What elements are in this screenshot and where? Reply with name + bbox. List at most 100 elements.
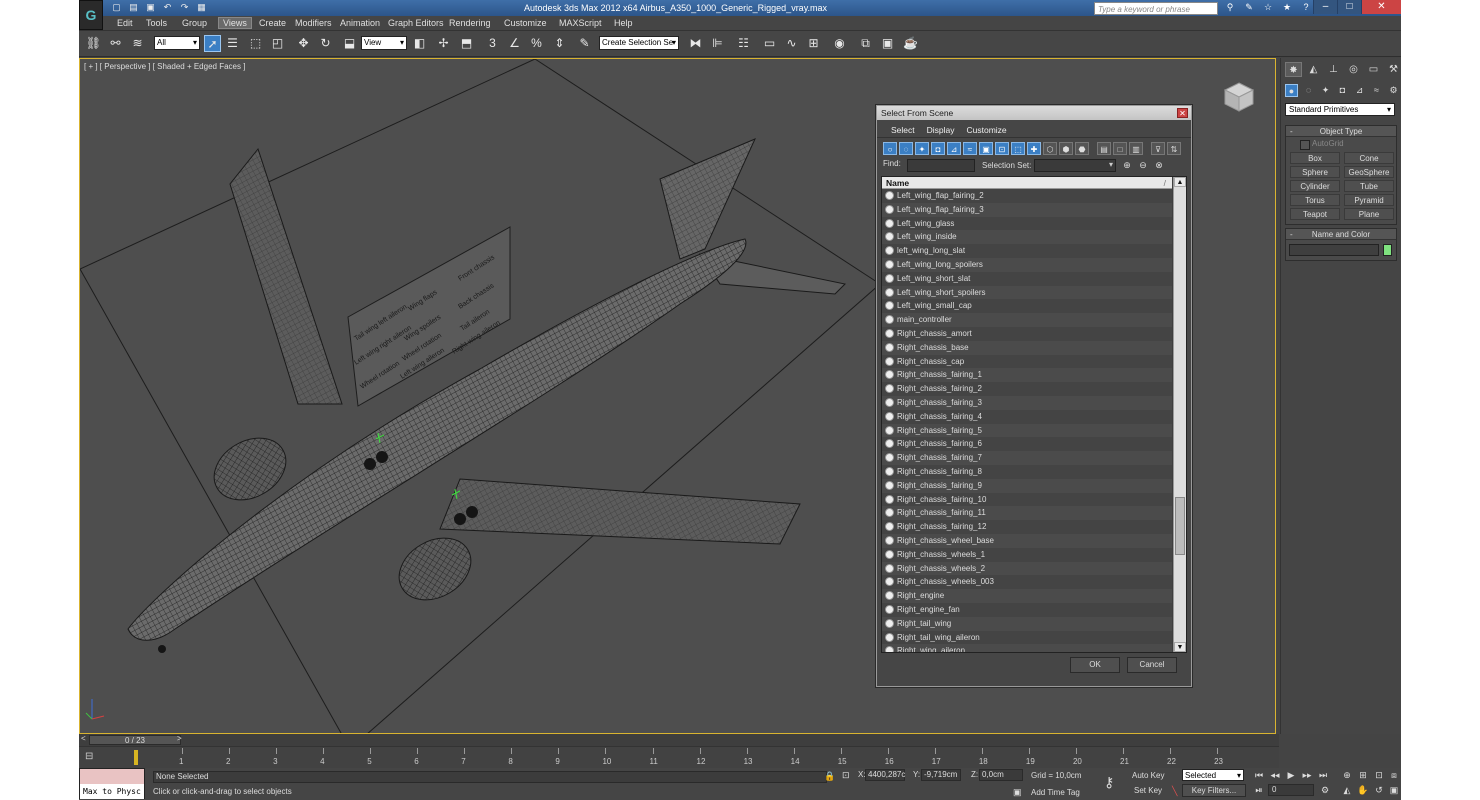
selection-filter-dropdown[interactable]: All [154, 36, 200, 50]
list-item[interactable]: Right_chassis_wheels_1 [882, 547, 1172, 562]
autogrid-checkbox[interactable]: AutoGrid [1286, 137, 1396, 150]
display-helpers-icon[interactable]: ⊿ [947, 142, 961, 155]
help-icon[interactable]: ? [1301, 2, 1311, 13]
go-to-start-icon[interactable]: ⏮ [1253, 769, 1265, 781]
menu-group[interactable]: Group [182, 18, 207, 28]
save-file-icon[interactable]: ▣ [145, 2, 156, 13]
sync-selection-icon[interactable]: ⬣ [1075, 142, 1089, 155]
list-item[interactable]: Right_tail_wing [882, 616, 1172, 631]
scroll-down-arrow[interactable]: ▼ [1174, 642, 1186, 652]
window-crossing-icon[interactable]: ◰ [269, 35, 286, 52]
hierarchy-tab-icon[interactable]: ⊥ [1325, 62, 1342, 77]
render-production-icon[interactable]: ☕ [902, 35, 919, 52]
list-item[interactable]: Right_chassis_fairing_8 [882, 464, 1172, 479]
list-item[interactable]: Left_wing_short_slat [882, 271, 1172, 286]
help-search-input[interactable]: Type a keyword or phrase [1094, 2, 1218, 15]
list-item[interactable]: Right_wing_aileron [882, 644, 1172, 652]
list-item[interactable]: Left_wing_flap_fairing_3 [882, 202, 1172, 217]
name-and-color-title[interactable]: Name and Color [1286, 229, 1396, 240]
list-item[interactable]: Right_chassis_cap [882, 354, 1172, 369]
scroll-thumb[interactable] [1175, 497, 1185, 555]
app-logo-icon[interactable]: G [79, 0, 103, 30]
motion-tab-icon[interactable]: ◎ [1345, 62, 1362, 77]
modify-tab-icon[interactable]: ◭ [1305, 62, 1322, 77]
field-of-view-icon[interactable]: ◭ [1341, 784, 1353, 796]
named-selection-dropdown[interactable]: Create Selection Se [599, 36, 679, 50]
select-invert-icon[interactable]: ▥ [1129, 142, 1143, 155]
tube-button[interactable]: Tube [1344, 180, 1394, 192]
z-coordinate-field[interactable]: 0,0cm [979, 769, 1023, 781]
list-item[interactable]: Right_chassis_fairing_7 [882, 451, 1172, 465]
display-bones-icon[interactable]: ⬚ [1011, 142, 1025, 155]
x-coordinate-field[interactable]: 4400,287c [865, 769, 905, 781]
display-tab-icon[interactable]: ▭ [1365, 62, 1382, 77]
pyramid-button[interactable]: Pyramid [1344, 194, 1394, 206]
select-object-icon[interactable]: ➚ [204, 35, 221, 52]
mirror-icon[interactable]: ⧓ [687, 35, 704, 52]
undo-icon[interactable]: ↶ [162, 2, 173, 13]
zoom-icon[interactable]: ⊕ [1341, 769, 1353, 781]
close-button[interactable]: ✕ [1361, 0, 1401, 14]
list-item[interactable]: Right_chassis_wheels_2 [882, 561, 1172, 576]
maxscript-listener[interactable]: Max to Physc [79, 768, 145, 799]
scale-icon[interactable]: ⬓ [341, 35, 358, 52]
cameras-category-icon[interactable]: ◘ [1336, 84, 1349, 97]
binoculars-icon[interactable]: ⚲ [1225, 2, 1235, 13]
menu-rendering[interactable]: Rendering [449, 18, 491, 28]
orbit-icon[interactable]: ↺ [1373, 784, 1385, 796]
dialog-close-button[interactable]: ✕ [1177, 108, 1188, 118]
teapot-button[interactable]: Teapot [1290, 208, 1340, 220]
list-item[interactable]: Right_chassis_fairing_2 [882, 382, 1172, 396]
keyboard-shortcut-icon[interactable]: ⬒ [458, 35, 475, 52]
menu-edit[interactable]: Edit [117, 18, 133, 28]
list-item[interactable]: Right_chassis_fairing_9 [882, 478, 1172, 493]
time-prev-arrow[interactable]: < [81, 734, 86, 743]
list-item[interactable]: Right_chassis_fairing_10 [882, 492, 1172, 507]
menu-tools[interactable]: Tools [146, 18, 167, 28]
list-item[interactable]: Right_engine [882, 589, 1172, 603]
menu-help[interactable]: Help [614, 18, 633, 28]
cylinder-button[interactable]: Cylinder [1290, 180, 1340, 192]
listener-output[interactable] [80, 769, 144, 784]
tools-icon[interactable]: ✎ [1244, 2, 1254, 13]
reference-coordinate-dropdown[interactable]: View [361, 36, 407, 50]
curve-editor-icon[interactable]: ∿ [783, 35, 800, 52]
list-item[interactable]: main_controller [882, 313, 1172, 327]
list-item[interactable]: Right_chassis_amort [882, 326, 1172, 341]
list-item[interactable]: Right_chassis_fairing_1 [882, 368, 1172, 383]
absolute-mode-icon[interactable]: ⊡ [842, 770, 850, 781]
list-item[interactable]: Right_chassis_fairing_11 [882, 506, 1172, 521]
new-file-icon[interactable]: ▢ [111, 2, 122, 13]
ok-button[interactable]: OK [1070, 657, 1120, 673]
menu-graph-editors[interactable]: Graph Editors [388, 18, 444, 28]
filter-icon[interactable]: ⊽ [1151, 142, 1165, 155]
track-bar[interactable]: ⊟ 1 2 3 4 5 6 7 8 9 10 11 12 13 14 15 16 17 18 19 20 21 22 23 [79, 746, 1279, 768]
display-groups-icon[interactable]: ▣ [979, 142, 993, 155]
key-mode-dropdown[interactable]: Selected [1182, 769, 1244, 781]
render-setup-icon[interactable]: ⧉ [857, 35, 874, 52]
selection-set-dropdown[interactable] [1034, 159, 1116, 172]
open-file-icon[interactable]: ▤ [128, 2, 139, 13]
select-by-name-icon[interactable]: ☰ [224, 35, 241, 52]
display-cameras-icon[interactable]: ◘ [931, 142, 945, 155]
create-tab-icon[interactable]: ✸ [1285, 62, 1302, 77]
zoom-extents-icon[interactable]: ⊡ [1373, 769, 1385, 781]
list-item[interactable]: Right_chassis_fairing_5 [882, 423, 1172, 438]
dialog-menu-display[interactable]: Display [927, 125, 955, 137]
zoom-extents-all-icon[interactable]: ⧈ [1388, 769, 1400, 781]
layer-manager-icon[interactable]: ☷ [735, 35, 752, 52]
time-configuration-icon[interactable]: ⚙ [1319, 784, 1331, 796]
menu-create[interactable]: Create [259, 18, 286, 28]
menu-modifiers[interactable]: Modifiers [295, 18, 332, 28]
find-input[interactable] [907, 159, 975, 172]
spacewarps-category-icon[interactable]: ≈ [1370, 84, 1383, 97]
select-manipulate-icon[interactable]: ✢ [435, 35, 452, 52]
viewcube-icon[interactable] [1223, 81, 1255, 113]
bind-spacewarp-icon[interactable]: ≋ [129, 35, 146, 52]
move-icon[interactable]: ✥ [295, 35, 312, 52]
time-next-arrow[interactable]: > [177, 734, 182, 743]
display-spacewarps-icon[interactable]: ≈ [963, 142, 977, 155]
time-tag-icon[interactable]: ▣ [1013, 787, 1022, 798]
list-item[interactable]: Right_chassis_fairing_6 [882, 437, 1172, 452]
helpers-category-icon[interactable]: ⊿ [1353, 84, 1366, 97]
